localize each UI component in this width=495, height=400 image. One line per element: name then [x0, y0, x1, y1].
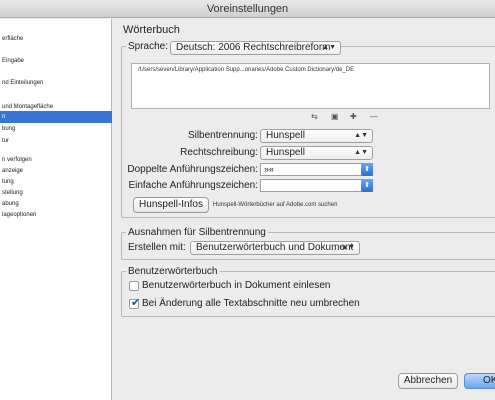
sidebar-item-autocorrect[interactable]: tur [0, 135, 112, 147]
sidebar-item-units[interactable]: nd Einteilungen [0, 77, 112, 89]
window-title: Voreinstellungen [0, 0, 495, 18]
hunspell-info-button[interactable]: Hunspell-Infos [133, 197, 209, 213]
select-arrows-icon: ▲▼ [341, 244, 355, 251]
preferences-sidebar: erfläche Eingabe nd Einteilungen und Mon… [0, 19, 112, 400]
select-arrows-icon: ▲▼ [354, 149, 368, 156]
single-quotes-label: Einfache Anführungszeichen: [128, 180, 258, 191]
hunspell-note: Hunspell-Wörterbücher auf Adobe.com such… [213, 202, 338, 208]
ok-button[interactable]: OK [464, 373, 495, 389]
language-label: Sprache: [126, 41, 171, 53]
remove-dictionary-icon[interactable]: — [370, 112, 378, 122]
checkmark-icon: ✔ [131, 297, 141, 309]
double-quotes-label: Doppelte Anführungszeichen: [127, 164, 258, 175]
hyphenation-select[interactable]: Hunspell ▲▼ [260, 129, 373, 143]
hyphenation-select-value: Hunspell [266, 130, 305, 141]
add-dictionary-icon[interactable]: ✚ [350, 112, 357, 122]
new-dictionary-icon[interactable]: ▣ [331, 112, 339, 122]
select-arrows-icon: ▲▼ [322, 44, 336, 51]
merge-dictionary-checkbox[interactable] [129, 281, 139, 291]
sidebar-item-interface[interactable]: erfläche [0, 33, 112, 45]
select-arrows-icon: ▲▼ [354, 132, 368, 139]
cancel-button[interactable]: Abbrechen [398, 373, 458, 389]
spelling-label: Rechtschreibung: [180, 147, 258, 158]
dictionary-path: /Users/seven/Library/Application Supp...… [138, 67, 355, 73]
sidebar-item-spelling[interactable]: bung [0, 123, 112, 135]
single-quotes-combo[interactable]: ⬍ [260, 179, 373, 192]
page-title: Wörterbuch [123, 24, 180, 36]
language-select[interactable]: Deutsch: 2006 Rechtschreibreform ▲▼ [170, 41, 341, 55]
recompose-label: Bei Änderung alle Textabschnitte neu umb… [142, 298, 360, 309]
recompose-checkbox[interactable]: ✔ [129, 297, 141, 309]
sidebar-item-dictionary[interactable]: n [0, 111, 112, 123]
compose-with-select[interactable]: Benutzerwörterbuch und Dokument ▲▼ [190, 241, 360, 255]
user-dictionary-title: Benutzerwörterbuch [126, 266, 220, 278]
double-quotes-value: »« [264, 164, 275, 174]
compose-with-value: Benutzerwörterbuch und Dokument [196, 242, 354, 253]
sidebar-item-clipboard[interactable]: lageoptionen [0, 209, 112, 221]
merge-dictionary-label: Benutzerwörterbuch in Dokument einlesen [142, 280, 331, 291]
relink-dictionary-icon[interactable]: ⇆ [311, 112, 318, 122]
combo-arrows-icon[interactable]: ⬍ [361, 179, 373, 192]
spelling-select-value: Hunspell [266, 147, 305, 158]
combo-arrows-icon[interactable]: ⬍ [361, 163, 373, 176]
language-select-value: Deutsch: 2006 Rechtschreibreform [176, 42, 331, 53]
spelling-select[interactable]: Hunspell ▲▼ [260, 146, 373, 160]
hyphenation-exceptions-title: Ausnahmen für Silbentrennung [126, 227, 268, 239]
compose-with-label: Erstellen mit: [128, 242, 186, 253]
sidebar-item-input[interactable]: Eingabe [0, 55, 112, 67]
double-quotes-combo[interactable]: »« ⬍ [260, 163, 373, 176]
hyphenation-label: Silbentrennung: [187, 130, 258, 141]
dictionary-list[interactable]: /Users/seven/Library/Application Supp...… [131, 63, 490, 109]
